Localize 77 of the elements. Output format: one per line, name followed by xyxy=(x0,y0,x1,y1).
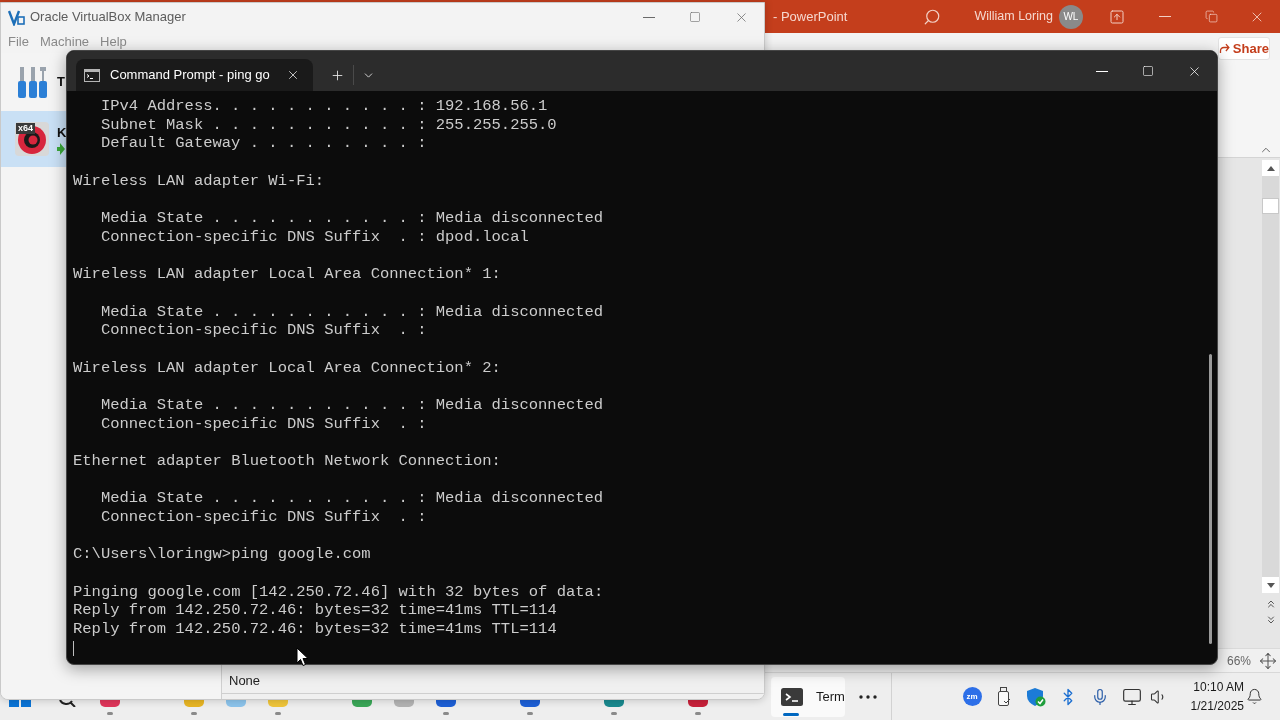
app-icon[interactable] xyxy=(520,700,540,707)
tools-icon xyxy=(18,65,48,99)
scrollbar-thumb[interactable] xyxy=(1262,198,1279,214)
minimize-icon xyxy=(1096,70,1108,72)
taskbar-app-button[interactable]: Term xyxy=(771,676,845,717)
terminal-line: Connection-specific DNS Suffix . : xyxy=(100,414,427,434)
notification-bell-icon[interactable] xyxy=(1246,688,1263,705)
search-icon[interactable] xyxy=(58,700,78,707)
terminal-line: Connection-specific DNS Suffix . : xyxy=(100,321,427,340)
tray-app-button[interactable]: zm xyxy=(962,687,982,706)
fit-to-window-icon[interactable] xyxy=(1259,651,1277,670)
command-prompt-icon xyxy=(84,68,100,82)
close-icon xyxy=(286,68,300,82)
machine-list-item[interactable]: x64 K xyxy=(1,111,66,167)
minimize-icon xyxy=(643,16,655,18)
terminal-line: Media State . . . . . . . . . . . : Media disconnected xyxy=(100,302,604,322)
clock-date[interactable]: 1/21/2025 xyxy=(1190,696,1244,716)
item-label: K xyxy=(57,124,67,143)
app-icon[interactable] xyxy=(688,700,708,707)
menu-item[interactable]: Help xyxy=(100,32,127,52)
microphone-icon[interactable] xyxy=(1091,686,1109,707)
scroll-down-button[interactable] xyxy=(1262,577,1279,593)
app-icon[interactable] xyxy=(436,700,456,707)
terminal-tab[interactable]: Command Prompt - ping go xyxy=(76,59,313,91)
plus-icon xyxy=(329,67,345,83)
terminal-line: Default Gateway . . . . . . . . . : xyxy=(100,134,427,154)
usb-drive-icon[interactable] xyxy=(997,686,1011,707)
user-avatar[interactable]: WL xyxy=(1058,4,1083,29)
item-label: T xyxy=(57,73,65,92)
os-badge: x64 xyxy=(16,123,36,134)
terminal-icon xyxy=(781,687,803,706)
more-icon xyxy=(859,694,877,699)
terminal-line: Connection-specific DNS Suffix . : dpod.local xyxy=(100,227,529,247)
terminal-line: C:\Users\loringw>ping google.com xyxy=(73,545,371,565)
share-icon xyxy=(1219,43,1230,54)
maximize-icon xyxy=(1142,65,1154,77)
tab-title: Command Prompt - ping go xyxy=(110,66,270,85)
app-icon[interactable] xyxy=(352,700,372,707)
text-cursor xyxy=(73,640,74,656)
shield-icon[interactable] xyxy=(1026,686,1046,707)
ribbon-display-icon[interactable] xyxy=(1108,8,1125,25)
triangle-down-icon xyxy=(1266,582,1275,588)
share-button[interactable]: Share xyxy=(1218,37,1270,60)
app-icon[interactable] xyxy=(100,700,120,707)
terminal-line: Wireless LAN adapter Local Area Connection* 2: xyxy=(73,358,501,378)
monitor-icon[interactable] xyxy=(1122,686,1142,707)
machine-list-item[interactable]: T xyxy=(1,57,66,107)
zoom-level[interactable]: 66% xyxy=(1226,651,1251,670)
scrollbar-thumb[interactable] xyxy=(1208,354,1212,644)
details-value: None xyxy=(229,671,261,690)
scroll-up-button[interactable] xyxy=(1262,160,1279,176)
terminal-line: Reply from 142.250.72.46: bytes=32 time=41ms TTL=114 xyxy=(73,601,557,621)
terminal-line: Media State . . . . . . . . . . . : Media disconnected xyxy=(100,209,604,228)
window-title: - PowerPoint xyxy=(773,7,848,26)
user-name[interactable]: William Loring xyxy=(974,7,1053,26)
terminal-line: Connection-specific DNS Suffix . : xyxy=(100,508,427,527)
terminal-line: Reply from 142.250.72.46: bytes=32 time=41ms TTL=114 xyxy=(73,620,557,639)
os-icon xyxy=(15,122,49,156)
terminal-line: Media State . . . . . . . . . . . : Media disconnected xyxy=(100,395,604,415)
window-title: Oracle VirtualBox Manager xyxy=(30,8,186,27)
maximize-icon xyxy=(689,11,701,23)
terminal-line: Wireless LAN adapter Local Area Connection* 1: xyxy=(73,265,501,284)
logo-icon xyxy=(8,8,25,26)
terminal-line: Media State . . . . . . . . . . . : Media disconnected xyxy=(100,489,604,508)
terminal-line: Pinging google.com [142.250.72.46] with 32 bytes of data: xyxy=(73,582,604,602)
start-icon[interactable] xyxy=(9,700,31,707)
app-icon[interactable] xyxy=(604,700,624,707)
restore-icon xyxy=(1204,10,1218,23)
terminal-line: Subnet Mask . . . . . . . . . . . : 255.255.255.0 xyxy=(100,115,557,135)
terminal-line: Wireless LAN adapter Wi-Fi: xyxy=(73,171,325,191)
menu-item[interactable]: Machine xyxy=(39,32,90,52)
triangle-up-icon xyxy=(1266,165,1275,171)
terminal-line: Ethernet adapter Bluetooth Network Connection: xyxy=(73,451,501,471)
minimize-icon xyxy=(1159,16,1171,17)
terminal-line: IPv4 Address. . . . . . . . . . . : 192.168.56.1 xyxy=(100,97,548,116)
clock-time[interactable]: 10:10 AM xyxy=(1193,677,1244,697)
menu-item[interactable]: File xyxy=(8,32,29,52)
